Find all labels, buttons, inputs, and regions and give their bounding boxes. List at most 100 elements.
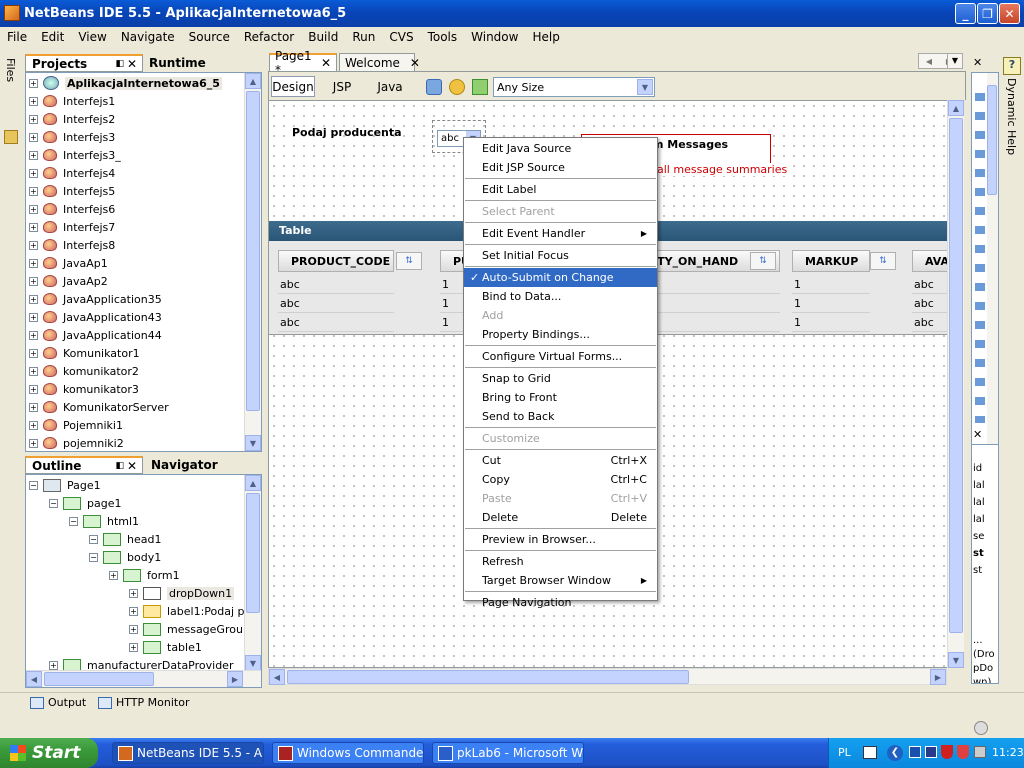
menu-build[interactable]: Build (301, 30, 345, 44)
property-row[interactable]: st (973, 565, 987, 582)
scroll-left-button[interactable]: ◀ (26, 671, 42, 687)
scroll-down-button[interactable]: ▼ (245, 435, 261, 451)
tree-item[interactable]: + JavaApplication35 (29, 290, 162, 308)
gc-icon[interactable] (974, 721, 988, 735)
property-row[interactable]: st (973, 548, 987, 565)
context-menu-item[interactable]: Configure Virtual Forms... (464, 347, 657, 366)
sort-icon[interactable]: ⇅ (870, 252, 896, 270)
properties-panel[interactable]: id lal lal lal se st st ... (Dro pDo wn) (971, 444, 999, 684)
scroll-left-button[interactable]: ◀ (269, 669, 285, 685)
column-header[interactable]: MARKUP (792, 250, 870, 272)
sort-icon[interactable]: ⇅ (396, 252, 422, 270)
close-icon[interactable]: ✕ (410, 56, 420, 70)
monitor-icon[interactable] (925, 746, 937, 758)
context-menu-item[interactable]: Page Navigation (464, 593, 657, 612)
scroll-up-button[interactable]: ▲ (948, 100, 964, 116)
expand-icon[interactable]: − (89, 552, 98, 562)
scroll-thumb[interactable] (287, 670, 689, 684)
expand-icon[interactable]: + (29, 420, 38, 430)
menu-window[interactable]: Window (464, 30, 525, 44)
expand-icon[interactable]: + (129, 642, 138, 652)
expand-icon[interactable]: + (129, 588, 138, 598)
context-menu-item[interactable]: Cut Ctrl+X (464, 451, 657, 470)
chevron-down-icon[interactable]: ▼ (637, 79, 653, 95)
menu-run[interactable]: Run (345, 30, 382, 44)
keyboard-icon[interactable] (863, 746, 877, 759)
tree-item[interactable]: + JavaAp2 (29, 272, 108, 290)
tab-navigator[interactable]: Navigator (147, 456, 261, 474)
column-header[interactable]: AVA (912, 250, 949, 272)
canvas-vscrollbar[interactable]: ▲ ▼ (947, 100, 964, 668)
property-row[interactable]: id (973, 463, 987, 480)
tree-item[interactable]: + JavaApplication43 (29, 308, 162, 326)
help-icon[interactable]: ? (1003, 57, 1021, 75)
tree-item[interactable]: + JavaApplication44 (29, 326, 162, 344)
expand-icon[interactable]: + (29, 78, 38, 88)
expand-icon[interactable]: + (109, 570, 118, 580)
tree-item[interactable]: + Interfejs5 (29, 182, 115, 200)
property-row[interactable]: lal (973, 514, 987, 531)
context-menu-item[interactable]: ✓ Auto-Submit on Change (464, 268, 657, 287)
expand-icon[interactable]: + (29, 114, 38, 124)
projects-scrollbar[interactable]: ▲ ▼ (244, 73, 261, 451)
menu-edit[interactable]: Edit (34, 30, 71, 44)
expand-icon[interactable]: + (29, 168, 38, 178)
preview-icon[interactable] (426, 79, 442, 95)
menu-refactor[interactable]: Refactor (237, 30, 301, 44)
taskbar-button[interactable]: NetBeans IDE 5.5 - A... (112, 742, 264, 764)
property-row[interactable]: lal (973, 480, 987, 497)
output-tab[interactable]: Output (48, 696, 86, 709)
menu-cvs[interactable]: CVS (382, 30, 420, 44)
jsp-view-button[interactable]: JSP (327, 76, 357, 97)
outline-node[interactable]: + table1 (129, 638, 202, 656)
expand-icon[interactable]: − (49, 498, 58, 508)
menu-help[interactable]: Help (525, 30, 566, 44)
producer-label[interactable]: Podaj producenta (292, 126, 402, 139)
property-row[interactable]: se (973, 531, 987, 548)
close-icon[interactable]: ✕ (127, 459, 137, 473)
canvas-hscrollbar[interactable]: ◀ ▶ (268, 668, 947, 685)
taskbar-button[interactable]: Windows Commander... (272, 742, 424, 764)
context-menu-item[interactable]: Refresh (464, 552, 657, 571)
pin-icon[interactable]: ◧ (115, 461, 124, 471)
property-row[interactable]: lal (973, 497, 987, 514)
tree-item[interactable]: + KomunikatorServer (29, 398, 169, 416)
scroll-thumb[interactable] (987, 85, 997, 195)
tree-item[interactable]: + Interfejs7 (29, 218, 115, 236)
expand-icon[interactable]: − (89, 534, 98, 544)
tree-item[interactable]: + Interfejs2 (29, 110, 115, 128)
outline-node[interactable]: − Page1 (29, 476, 101, 494)
context-menu-item[interactable]: Edit Java Source (464, 139, 657, 158)
expand-icon[interactable]: + (129, 624, 138, 634)
scroll-down-button[interactable]: ▼ (948, 652, 964, 668)
expand-icon[interactable]: − (69, 516, 78, 526)
tab-outline[interactable]: Outline ◧ ✕ (25, 456, 143, 474)
tree-item[interactable]: + Pojemniki1 (29, 416, 123, 434)
scroll-up-button[interactable]: ▲ (245, 73, 261, 89)
taskbar-button[interactable]: pkLab6 - Microsoft W... (432, 742, 584, 764)
outline-hscrollbar[interactable]: ◀ ▶ (26, 670, 261, 687)
tree-item[interactable]: + Komunikator1 (29, 344, 140, 362)
context-menu-item[interactable]: Target Browser Window ▶ (464, 571, 657, 590)
dynamic-help-tab[interactable]: Dynamic Help (1005, 78, 1018, 155)
outline-node[interactable]: + dropDown1 (129, 584, 235, 602)
menu-tools[interactable]: Tools (421, 30, 465, 44)
menu-navigate[interactable]: Navigate (114, 30, 182, 44)
expand-icon[interactable]: + (49, 660, 58, 670)
scroll-thumb[interactable] (246, 493, 260, 613)
scroll-right-button[interactable]: ▶ (227, 671, 243, 687)
context-menu-item[interactable]: Copy Ctrl+C (464, 470, 657, 489)
pin-icon[interactable]: ◧ (115, 59, 124, 69)
tab-runtime[interactable]: Runtime (145, 54, 261, 72)
context-menu-item[interactable]: Preview in Browser... (464, 530, 657, 549)
context-menu-item[interactable]: Edit Label (464, 180, 657, 199)
sort-icon[interactable]: ⇅ (750, 252, 776, 270)
tree-item[interactable]: + AplikacjaInternetowa6_5 (29, 74, 222, 92)
expand-icon[interactable]: + (29, 276, 38, 286)
close-icon[interactable]: ✕ (127, 57, 137, 71)
expand-icon[interactable]: + (29, 402, 38, 412)
network-icon[interactable] (909, 746, 921, 758)
tree-item[interactable]: + Interfejs4 (29, 164, 115, 182)
context-menu-item[interactable]: Set Initial Focus (464, 246, 657, 265)
shield-icon[interactable] (941, 745, 953, 759)
